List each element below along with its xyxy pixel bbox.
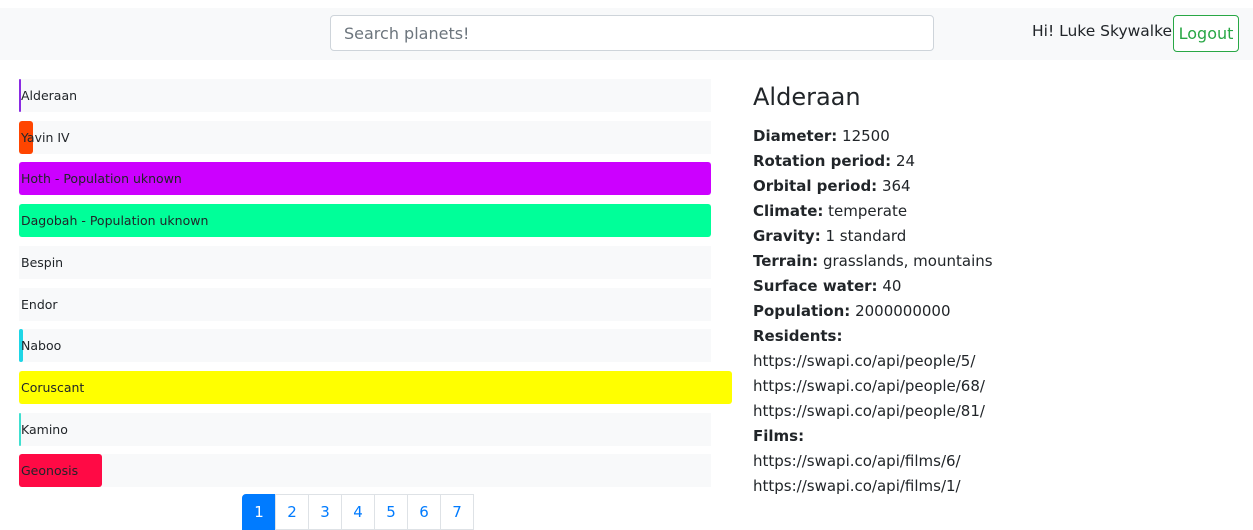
planet-list-item[interactable]: Kamino <box>21 413 68 446</box>
planet-row-track <box>19 288 711 321</box>
rotation-row: Rotation period: 24 <box>753 152 916 170</box>
gravity-row: Gravity: 1 standard <box>753 227 907 245</box>
search-input[interactable] <box>330 15 934 51</box>
planet-row-track <box>19 413 711 446</box>
planet-row-track <box>19 79 711 112</box>
pagination: 1234567 <box>242 494 474 530</box>
orbital-row: Orbital period: 364 <box>753 177 911 195</box>
planet-list-item[interactable]: Endor <box>21 288 58 321</box>
diameter-row: Diameter: 12500 <box>753 127 890 145</box>
planet-list-item[interactable]: Yavin IV <box>21 121 70 154</box>
planet-list-item[interactable]: Naboo <box>21 329 61 362</box>
films-heading: Films: <box>753 427 805 445</box>
page-link-2[interactable]: 2 <box>275 494 309 530</box>
planet-row-track <box>19 121 711 154</box>
page-link-1[interactable]: 1 <box>242 494 276 530</box>
greeting-text: Hi! Luke Skywalker <box>1032 22 1179 40</box>
terrain-row: Terrain: grasslands, mountains <box>753 252 993 270</box>
climate-row: Climate: temperate <box>753 202 908 220</box>
page-link-6[interactable]: 6 <box>407 494 441 530</box>
page-link-4[interactable]: 4 <box>341 494 375 530</box>
residents-heading: Residents: <box>753 327 843 345</box>
page-link-3[interactable]: 3 <box>308 494 342 530</box>
planet-row-track <box>19 454 711 487</box>
population-bar <box>19 371 732 404</box>
planet-row-track <box>19 246 711 279</box>
resident-link[interactable]: https://swapi.co/api/people/81/ <box>753 399 993 424</box>
planet-list-item[interactable]: Coruscant <box>21 371 84 404</box>
planet-list-item[interactable]: Dagobah - Population uknown <box>21 204 208 237</box>
page-link-5[interactable]: 5 <box>374 494 408 530</box>
planet-list-item[interactable]: Hoth - Population uknown <box>21 162 182 195</box>
page-link-7[interactable]: 7 <box>440 494 474 530</box>
planet-detail: Alderaan Diameter: 12500 Rotation period… <box>753 82 993 499</box>
population-row: Population: 2000000000 <box>753 302 951 320</box>
logout-button[interactable]: Logout <box>1173 15 1239 52</box>
planet-list-item[interactable]: Bespin <box>21 246 63 279</box>
planet-row-track <box>19 329 711 362</box>
film-link[interactable]: https://swapi.co/api/films/6/ <box>753 449 993 474</box>
planet-list-item[interactable]: Geonosis <box>21 454 78 487</box>
planet-title: Alderaan <box>753 83 861 111</box>
resident-link[interactable]: https://swapi.co/api/people/5/ <box>753 349 993 374</box>
planet-list-item[interactable]: Alderaan <box>21 79 77 112</box>
resident-link[interactable]: https://swapi.co/api/people/68/ <box>753 374 993 399</box>
film-link[interactable]: https://swapi.co/api/films/1/ <box>753 474 993 499</box>
surface-water-row: Surface water: 40 <box>753 277 902 295</box>
